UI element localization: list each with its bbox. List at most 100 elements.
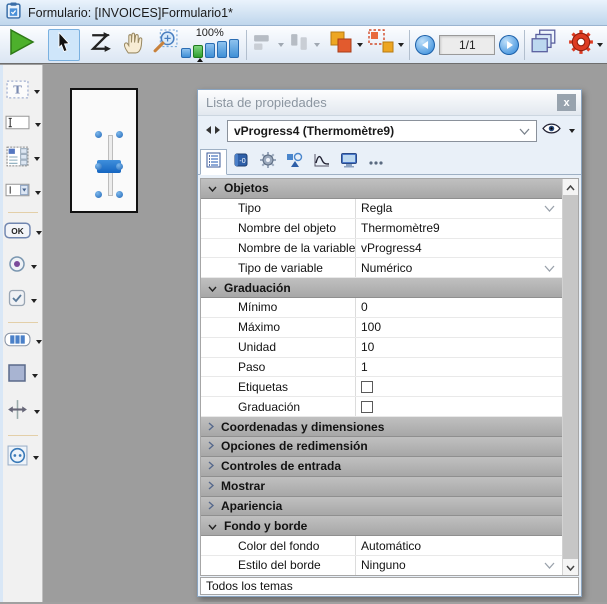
sidebar-tool-splitter[interactable] [6,399,40,425]
property-value[interactable]: 100 [355,318,562,337]
tool-dropdown-arrow[interactable] [33,456,39,460]
tool-dropdown-arrow[interactable] [31,299,37,303]
sidebar-tool-button[interactable]: OK [4,222,42,244]
section-header-fondo-y-borde[interactable]: Fondo y borde [201,516,562,536]
scrollbar[interactable] [562,179,578,575]
scrollbar-thumb[interactable] [563,195,578,559]
tool-dropdown-arrow[interactable] [35,191,41,195]
selection-handle[interactable] [116,163,123,170]
zoom-bar-5[interactable] [229,39,239,58]
sidebar-tool-plugin-area[interactable] [7,445,39,471]
property-value[interactable]: 1 [355,358,562,377]
form-page[interactable] [70,88,138,213]
preferences-dropdown-arrow[interactable] [597,43,603,47]
move-tool-button[interactable] [121,29,147,61]
selection-handle[interactable] [95,191,102,198]
tool-dropdown-arrow[interactable] [32,374,38,378]
object-selector-combo[interactable]: vProgress4 (Thermomètre9) [227,120,537,142]
property-value[interactable] [355,377,562,396]
section-header-apariencia[interactable]: Apariencia [201,497,562,517]
level-dropdown-arrow[interactable] [357,43,363,47]
sidebar-tool-check-box[interactable] [8,289,37,312]
section-header-coordenadas-y-dimensiones[interactable]: Coordenadas y dimensiones [201,417,562,437]
previous-page-button[interactable] [415,35,435,55]
zoom-bar-1[interactable] [181,48,191,58]
tool-dropdown-arrow[interactable] [34,157,40,161]
tool-dropdown-arrow[interactable] [34,90,40,94]
checkbox[interactable] [361,381,373,393]
sidebar-tool-rectangle[interactable] [7,363,38,388]
section-header-graduaci-n[interactable]: Graduación [201,278,562,298]
duplicate-many-button[interactable] [369,29,405,61]
panel-tab-display[interactable] [335,149,362,175]
tool-dropdown-arrow[interactable] [36,231,42,235]
page-indicator[interactable]: 1/1 [439,35,495,55]
sidebar-tool-radio-button[interactable] [8,255,37,278]
chevron-down-icon[interactable] [544,201,555,215]
zoom-tool-button[interactable] [152,29,179,61]
window-titlebar[interactable]: Formulario: [INVOICES]Formulario1* [0,0,607,26]
align-dropdown-arrow[interactable] [278,43,284,47]
section-header-controles-de-entrada[interactable]: Controles de entrada [201,457,562,477]
object-nav-arrows-icon[interactable] [204,122,222,140]
eye-dropdown-arrow[interactable] [569,129,575,133]
selection-handle[interactable] [116,191,123,198]
align-objects-button[interactable] [252,29,284,61]
scroll-down-button[interactable] [563,559,578,575]
zoom-bars[interactable] [181,39,239,58]
tool-dropdown-arrow[interactable] [31,265,37,269]
section-header-opciones-de-redimensi-n[interactable]: Opciones de redimensión [201,437,562,457]
themes-footer[interactable]: Todos los temas [200,577,579,595]
property-value[interactable]: 10 [355,338,562,357]
sidebar-tool-input[interactable] [5,115,41,135]
sidebar-tool-static-text[interactable]: T [6,80,40,104]
panel-titlebar[interactable]: Lista de propiedades x [198,90,581,116]
property-value[interactable]: vProgress4 [355,239,562,258]
tool-dropdown-arrow[interactable] [35,123,41,127]
panel-tab-macros[interactable]: -0 [227,149,254,175]
property-value[interactable]: Ninguno [355,556,562,575]
checkbox[interactable] [361,401,373,413]
selection-handle[interactable] [116,131,123,138]
property-value[interactable] [355,397,562,416]
property-value[interactable]: Regla [355,199,562,218]
distribute-objects-button[interactable] [288,29,320,61]
eye-icon[interactable] [542,122,561,140]
zoom-bar-current[interactable] [193,45,203,58]
execute-form-button[interactable] [6,29,36,61]
duplicate-dropdown-arrow[interactable] [398,43,404,47]
property-value[interactable]: Numérico [355,258,562,277]
section-header-mostrar[interactable]: Mostrar [201,477,562,497]
chevron-down-icon[interactable] [544,558,555,572]
display-views-button[interactable] [530,29,558,61]
zoom-widget[interactable]: 100% [181,27,239,62]
tool-dropdown-arrow[interactable] [36,340,42,344]
distribute-dropdown-arrow[interactable] [314,43,320,47]
form-canvas[interactable]: Lista de propiedades x vProgress4 (Therm… [43,65,607,604]
panel-tab-settings[interactable] [254,149,281,175]
section-header-objetos[interactable]: Objetos [201,179,562,199]
select-tool-button[interactable] [48,29,80,61]
zoom-bar-4[interactable] [217,41,227,58]
level-objects-button[interactable] [328,29,363,61]
panel-tab-property-list[interactable] [200,149,227,175]
panel-close-button[interactable]: x [557,94,576,111]
sidebar-tool-combo-box[interactable] [5,183,41,202]
preferences-button[interactable] [568,29,603,61]
panel-tab-more[interactable] [362,149,389,175]
property-value[interactable]: Thermomètre9 [355,219,562,238]
sidebar-tool-tab-control[interactable] [4,332,42,352]
chevron-down-icon[interactable] [544,261,555,275]
property-value[interactable]: Automático [355,536,562,555]
selection-handle[interactable] [95,131,102,138]
property-value[interactable]: 0 [355,298,562,317]
panel-tab-events[interactable] [308,149,335,175]
next-page-button[interactable] [499,35,519,55]
panel-tab-objects[interactable] [281,149,308,175]
selection-handle[interactable] [95,163,102,170]
sidebar-tool-list-box[interactable] [6,146,40,172]
scroll-up-button[interactable] [563,179,578,195]
zoom-bar-3[interactable] [205,43,215,58]
tool-dropdown-arrow[interactable] [34,410,40,414]
entry-order-button[interactable] [88,29,114,61]
